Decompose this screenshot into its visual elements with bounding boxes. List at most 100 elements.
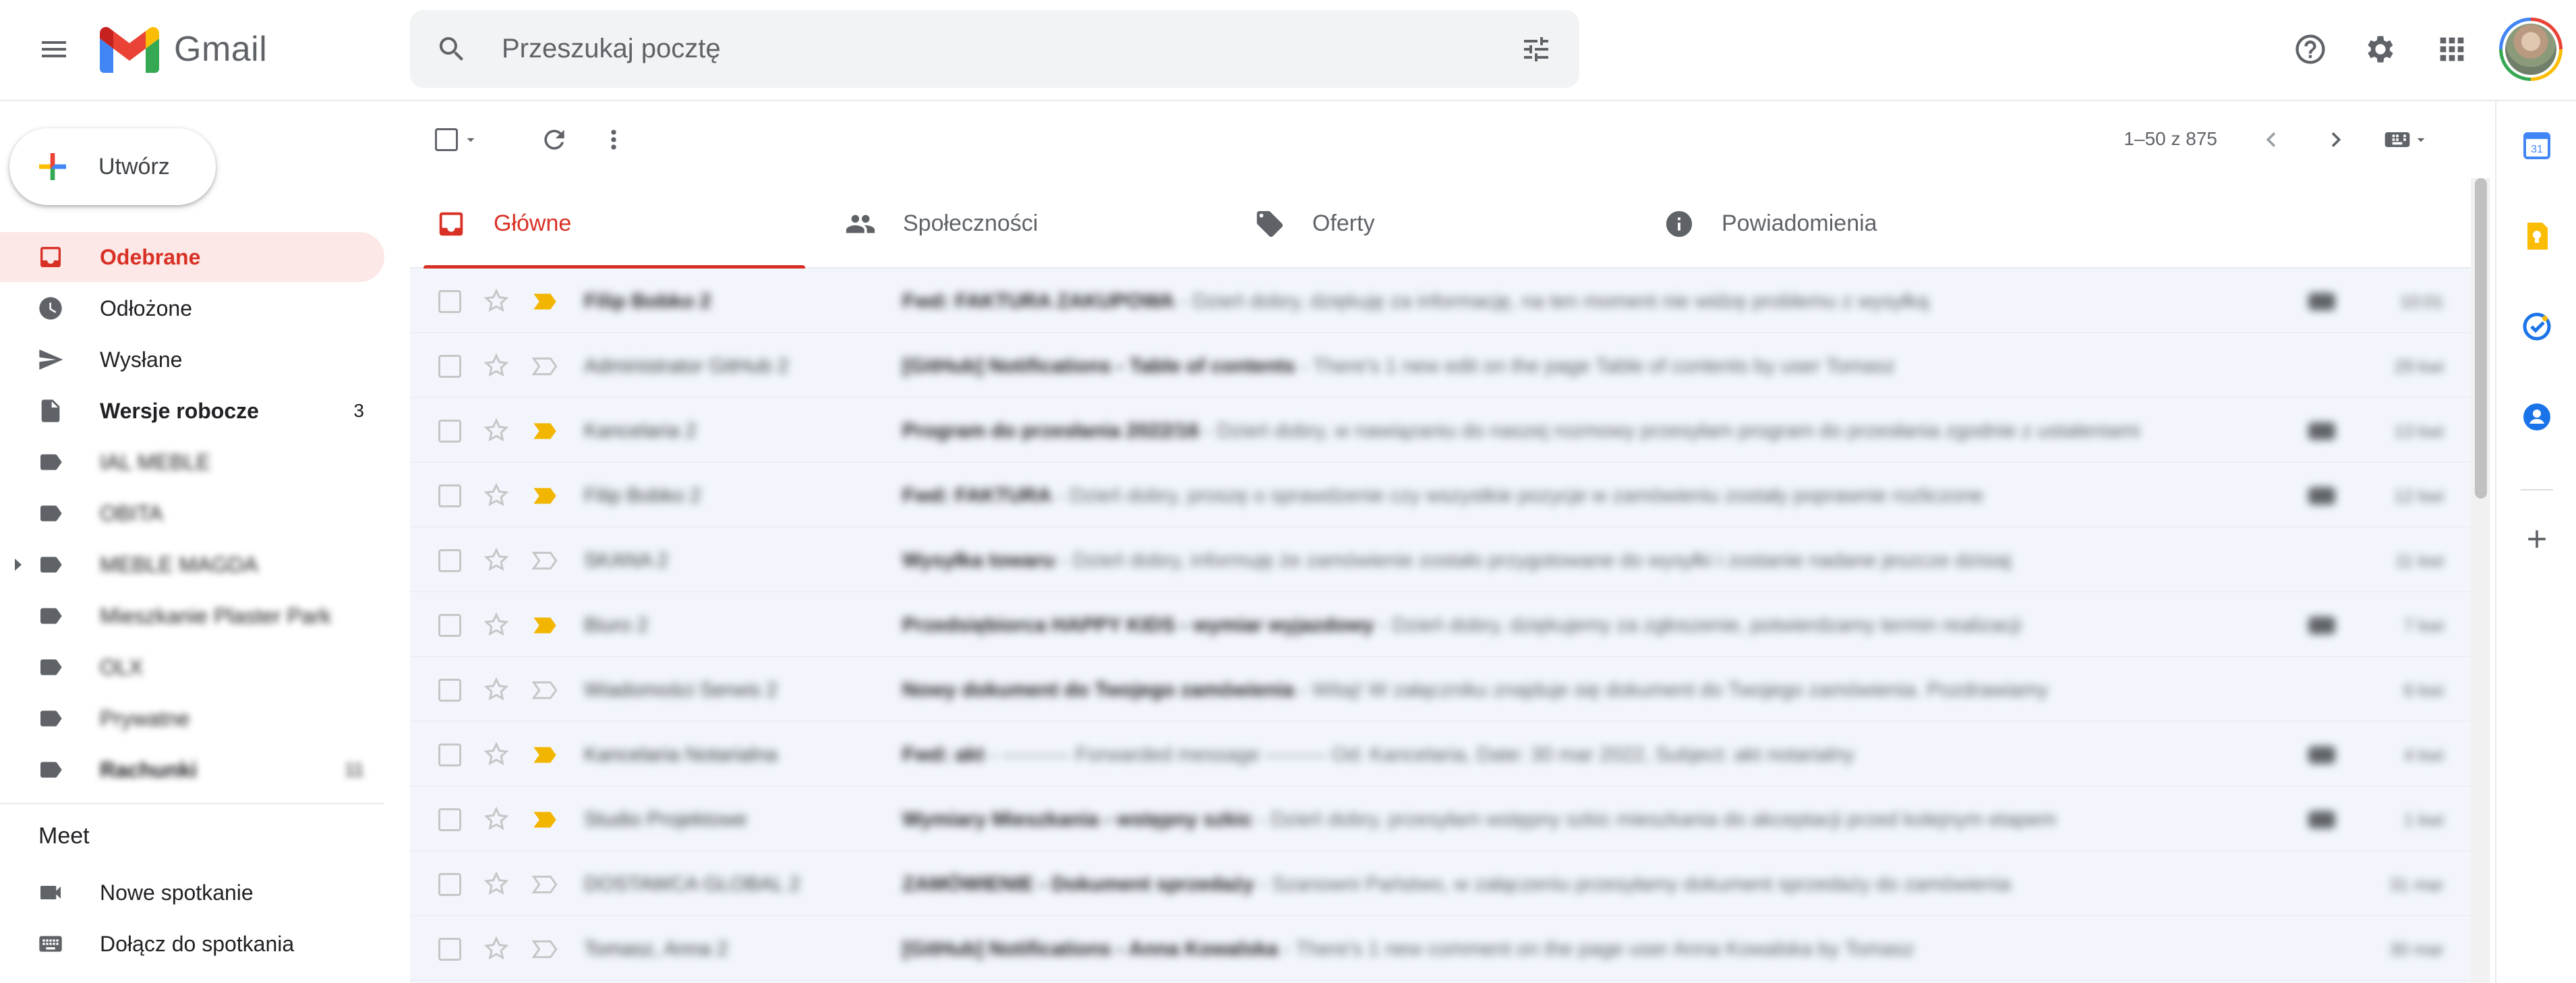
search-icon[interactable] [436, 33, 468, 65]
important-marker-icon[interactable] [531, 874, 558, 898]
attachment-chip[interactable] [2308, 617, 2335, 634]
email-sender: Kancelaria Notarialna [584, 743, 778, 766]
meet-new-meeting[interactable]: Nowe spotkanie [0, 868, 384, 918]
attachment-chip[interactable] [2308, 487, 2335, 505]
older-button[interactable] [2312, 115, 2360, 164]
email-subject: ZAMÓWIENIE - Dokument sprzedaży [902, 873, 1254, 895]
refresh-button[interactable] [530, 115, 579, 164]
nav-sent[interactable]: Wysłane [0, 335, 384, 385]
important-marker-icon[interactable] [531, 356, 558, 380]
meet-section-title: Meet [38, 823, 90, 849]
row-checkbox[interactable] [438, 355, 461, 378]
nav-label-item[interactable]: Prywatne [0, 694, 384, 743]
email-row[interactable]: Tomasz, Anna 2 [GitHub] Notifications - A… [410, 916, 2471, 981]
support-button[interactable] [2286, 25, 2335, 74]
attachment-chip[interactable] [2308, 422, 2335, 440]
expand-arrow-icon[interactable] [15, 559, 22, 571]
input-tools-button[interactable] [2372, 115, 2440, 164]
attachment-chip[interactable] [2308, 811, 2335, 828]
tab-updates[interactable]: Powiadomienia [1638, 178, 2047, 269]
nav-label-item[interactable]: Rachunki 11 [0, 745, 384, 795]
search-input[interactable] [502, 10, 1412, 88]
row-checkbox[interactable] [438, 549, 461, 572]
row-checkbox[interactable] [438, 873, 461, 896]
star-icon[interactable] [483, 935, 510, 965]
star-icon[interactable] [483, 611, 510, 642]
important-marker-icon[interactable] [531, 745, 558, 768]
important-marker-icon[interactable] [531, 939, 558, 963]
tab-social[interactable]: Społeczności [819, 178, 1229, 269]
row-checkbox[interactable] [438, 679, 461, 702]
star-icon[interactable] [483, 870, 510, 901]
email-row[interactable]: Studio Projektowe Wymiary Mieszkania - ws… [410, 787, 2471, 851]
attachment-chip[interactable] [2308, 746, 2335, 764]
compose-button[interactable]: Utwórz [9, 128, 216, 205]
contacts-addon[interactable] [2513, 393, 2561, 441]
email-row[interactable]: Filip Bobko 2 Fwd: FAKTURA - Dzień dobry,… [410, 463, 2471, 528]
star-icon[interactable] [483, 676, 510, 706]
important-marker-icon[interactable] [531, 551, 558, 574]
scrollbar-thumb[interactable] [2475, 178, 2487, 499]
row-checkbox[interactable] [438, 484, 461, 507]
nav-label-item[interactable]: IAL MEBLE [0, 437, 384, 487]
important-marker-icon[interactable] [531, 421, 558, 445]
nav-snoozed[interactable]: Odłożone [0, 283, 384, 333]
tab-promotions[interactable]: Oferty [1229, 178, 1638, 269]
label-icon [40, 710, 62, 727]
nav-inbox[interactable]: Odebrane [0, 232, 384, 282]
keep-addon[interactable] [2513, 212, 2561, 260]
row-checkbox[interactable] [438, 808, 461, 831]
star-icon[interactable] [483, 482, 510, 512]
settings-button[interactable] [2356, 25, 2405, 74]
email-row[interactable]: Wiadomości Serwis 2 Nowy dokument do Twoj… [410, 657, 2471, 722]
email-row[interactable]: Kancelaria 2 Program do przesłania 2022/1… [410, 398, 2471, 463]
star-icon[interactable] [483, 287, 510, 318]
nav-label-item[interactable]: MEBLE MAGDA [0, 540, 384, 590]
app-name: Gmail [174, 30, 268, 69]
star-icon[interactable] [483, 417, 510, 447]
email-preview: - Dzień dobry, dziękuję za informację, n… [1174, 290, 1929, 312]
account-avatar[interactable] [2499, 18, 2563, 81]
google-apps-button[interactable] [2428, 25, 2476, 74]
important-marker-icon[interactable] [531, 291, 558, 315]
row-checkbox[interactable] [438, 743, 461, 766]
email-summary: [GitHub] Notifications - Anna Kowalska -… [902, 938, 2352, 961]
select-all-checkbox[interactable] [430, 115, 484, 164]
nav-label-item[interactable]: OBITA [0, 488, 384, 538]
email-preview: - Dzień dobry, proszę o sprawdzenie czy … [1051, 484, 1984, 507]
nav-drafts[interactable]: Wersje robocze 3 [0, 386, 384, 436]
main-menu-button[interactable] [30, 25, 78, 74]
get-addons-button[interactable] [2513, 515, 2561, 563]
meet-join-meeting[interactable]: Dołącz do spotkania [0, 919, 384, 969]
attachment-chip[interactable] [2308, 293, 2335, 310]
row-checkbox[interactable] [438, 938, 461, 961]
tab-primary[interactable]: Główne [410, 178, 819, 270]
gmail-logo[interactable]: Gmail [100, 26, 267, 73]
email-row[interactable]: Kancelaria Notarialna Fwd: akt - --------… [410, 722, 2471, 787]
row-checkbox[interactable] [438, 420, 461, 443]
search-options-icon[interactable] [1520, 33, 1552, 65]
star-icon[interactable] [483, 546, 510, 577]
important-marker-icon[interactable] [531, 680, 558, 704]
star-icon[interactable] [483, 352, 510, 383]
email-row[interactable]: DOSTAWCA GLOBAL 2 ZAMÓWIENIE - Dokument s… [410, 851, 2471, 916]
email-row[interactable]: Filip Bobko 2 Fwd: FAKTURA ZAKUPOWA - Dzi… [410, 269, 2471, 333]
star-icon[interactable] [483, 741, 510, 771]
important-marker-icon[interactable] [531, 486, 558, 509]
email-summary: Wysyłka towaru - Dzień dobry, informuję … [902, 549, 2352, 572]
email-row[interactable]: SKANA 2 Wysyłka towaru - Dzień dobry, inf… [410, 528, 2471, 592]
calendar-addon[interactable]: 31 [2513, 121, 2561, 170]
tasks-addon[interactable] [2513, 302, 2561, 351]
star-icon[interactable] [483, 806, 510, 836]
caret-down-icon [467, 138, 475, 142]
more-actions-button[interactable] [589, 115, 638, 164]
email-row[interactable]: Biuro 2 Przedsiębiorca HAPPY KIDS - wymia… [410, 592, 2471, 657]
nav-label-item[interactable]: Mieszkanie Plaster Park [0, 591, 384, 641]
important-marker-icon[interactable] [531, 810, 558, 833]
nav-label-item[interactable]: OLX [0, 642, 384, 692]
newer-button[interactable] [2247, 115, 2295, 164]
important-marker-icon[interactable] [531, 615, 558, 639]
row-checkbox[interactable] [438, 290, 461, 313]
email-row[interactable]: Administrator GitHub 2 [GitHub] Notificat… [410, 333, 2471, 398]
row-checkbox[interactable] [438, 614, 461, 637]
